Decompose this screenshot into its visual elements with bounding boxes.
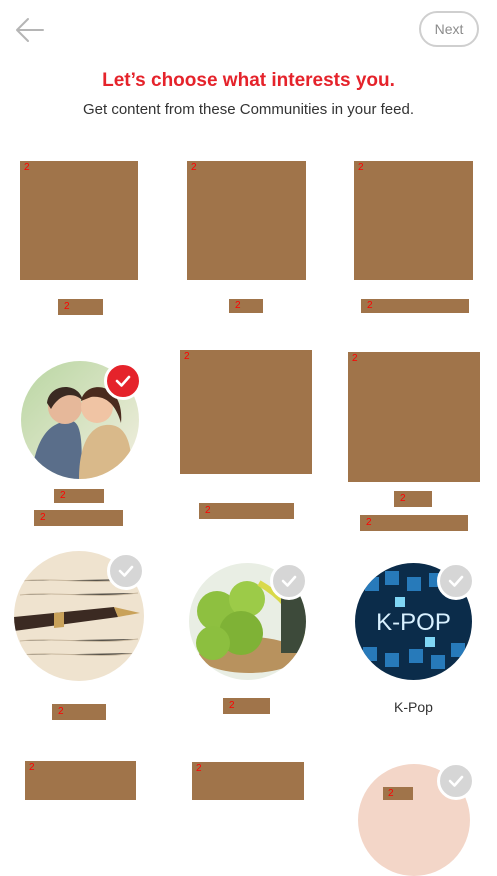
community-label-1: 2 xyxy=(58,299,103,315)
svg-text:K-POP: K-POP xyxy=(376,609,451,636)
community-label-kpop: K-Pop xyxy=(394,699,433,715)
community-image-5[interactable]: 2 xyxy=(180,350,312,474)
community-label-5: 2 xyxy=(199,503,294,519)
community-image-10[interactable]: 2 xyxy=(25,761,136,800)
community-image-6[interactable]: 2 xyxy=(348,352,480,482)
community-label-4a: 2 xyxy=(54,489,104,503)
community-label-8: 2 xyxy=(223,698,270,714)
community-label-6a: 2 xyxy=(394,491,432,507)
community-label-2: 2 xyxy=(229,299,263,313)
unselected-check-icon[interactable] xyxy=(437,762,475,800)
community-label-6b: 2 xyxy=(360,515,468,531)
unselected-check-icon[interactable] xyxy=(437,562,475,600)
back-arrow-icon[interactable] xyxy=(14,16,46,44)
community-image-12-overlay: 2 xyxy=(383,787,413,800)
selected-check-icon[interactable] xyxy=(104,362,142,400)
community-label-7: 2 xyxy=(52,704,106,720)
community-image-3[interactable]: 2 xyxy=(354,161,473,280)
community-label-4b: 2 xyxy=(34,510,123,526)
community-image-2[interactable]: 2 xyxy=(187,161,306,280)
community-image-11[interactable]: 2 xyxy=(192,762,304,800)
unselected-check-icon[interactable] xyxy=(270,562,308,600)
page-title: Let’s choose what interests you. xyxy=(102,70,395,91)
page-subtitle: Get content from these Communities in yo… xyxy=(83,101,414,118)
community-label-3: 2 xyxy=(361,299,469,313)
community-image-1[interactable]: 2 xyxy=(20,161,138,280)
unselected-check-icon[interactable] xyxy=(107,552,145,590)
next-button[interactable]: Next xyxy=(419,11,479,47)
